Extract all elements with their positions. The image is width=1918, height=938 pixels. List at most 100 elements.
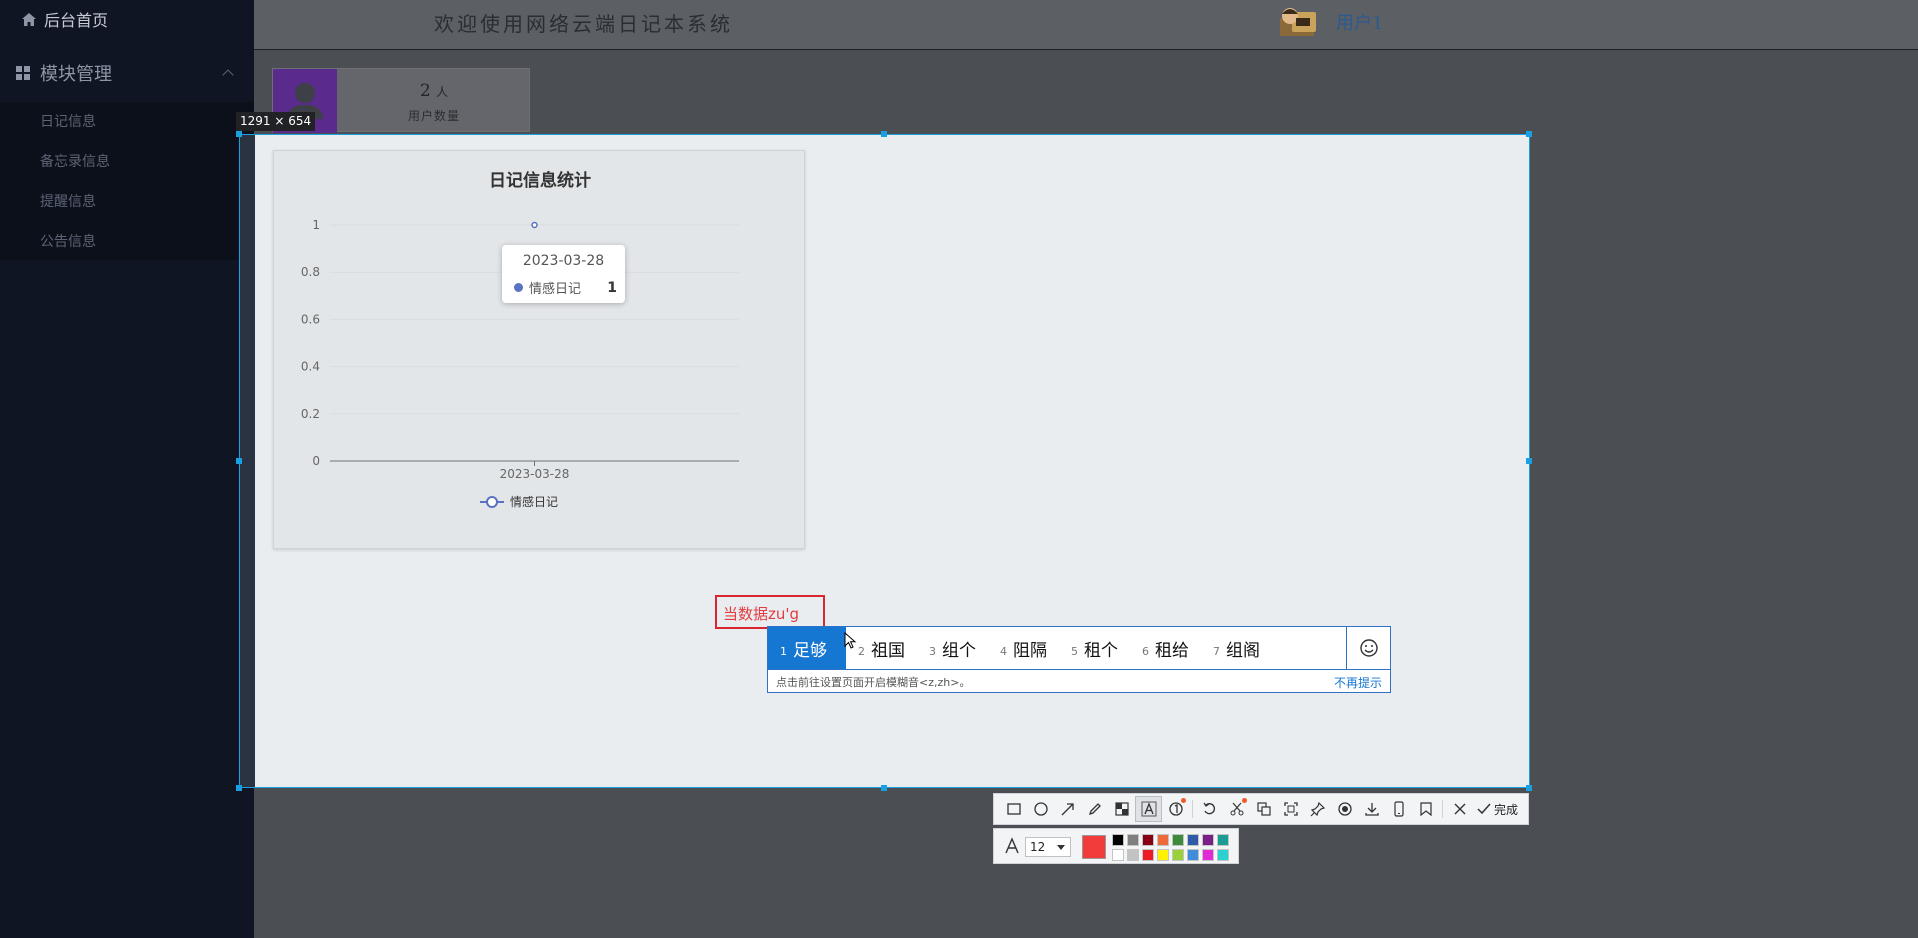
- sidebar-item-memo[interactable]: 备忘录信息: [0, 142, 254, 182]
- ime-candidate[interactable]: 5 租个: [1059, 627, 1130, 669]
- sidebar-item-reminder[interactable]: 提醒信息: [0, 182, 254, 222]
- text-annotation[interactable]: 当数据zu'g: [715, 595, 825, 629]
- font-size-value: 12: [1030, 840, 1046, 854]
- pin-icon: [1310, 801, 1325, 817]
- y-tick-label: 0.4: [301, 360, 320, 374]
- sidebar-module-group[interactable]: 模块管理: [0, 54, 254, 92]
- sidebar-home-label: 后台首页: [44, 11, 109, 30]
- y-tick-label: 1: [312, 218, 320, 232]
- y-tick-label: 0.8: [301, 265, 320, 279]
- cut-button[interactable]: [1223, 796, 1250, 822]
- resize-handle-tr[interactable]: [1526, 131, 1532, 137]
- resize-handle-bl[interactable]: [236, 785, 242, 791]
- color-swatch[interactable]: [1112, 849, 1124, 861]
- color-swatch[interactable]: [1172, 849, 1184, 861]
- resize-handle-r[interactable]: [1526, 458, 1532, 464]
- ime-dismiss-link[interactable]: 不再提示: [1334, 674, 1382, 691]
- record-button[interactable]: [1331, 796, 1358, 822]
- ime-candidate[interactable]: 1 足够: [768, 627, 846, 669]
- color-swatch[interactable]: [1157, 849, 1169, 861]
- circle-icon: [1033, 802, 1048, 816]
- legend-label: 情感日记: [510, 494, 558, 509]
- color-swatch[interactable]: [1157, 834, 1169, 846]
- resize-handle-tl[interactable]: [236, 131, 242, 137]
- resize-handle-l[interactable]: [236, 458, 242, 464]
- home-icon: [22, 12, 36, 26]
- ellipse-tool[interactable]: [1027, 796, 1054, 822]
- legend-marker: [486, 496, 498, 508]
- undo-icon: [1202, 802, 1215, 815]
- tooltip-date: 2023-03-28: [522, 253, 605, 269]
- stat-label: 用户数量: [407, 109, 460, 123]
- scissors-icon: [1230, 802, 1243, 816]
- color-palette: [1112, 834, 1229, 861]
- diary-chart-card: 日记信息统计 0 0.2 0.4 0.6 0.8 1 2023-03-28 情感日记 2023-…: [273, 150, 805, 549]
- sidebar-submenu: 日记信息 备忘录信息 提醒信息 公告信息: [0, 102, 254, 260]
- number-icon: [1168, 802, 1183, 816]
- color-swatch[interactable]: [1112, 834, 1124, 846]
- font-size-select[interactable]: 12: [1025, 837, 1071, 857]
- pin-button[interactable]: [1304, 796, 1331, 822]
- color-swatch[interactable]: [1142, 834, 1154, 846]
- done-button[interactable]: 完成: [1477, 801, 1518, 818]
- mosaic-tool[interactable]: [1108, 796, 1135, 822]
- color-swatch[interactable]: [1127, 849, 1139, 861]
- y-tick-label: 0.6: [301, 312, 320, 326]
- color-swatch[interactable]: [1187, 849, 1199, 861]
- scroll-capture-button[interactable]: [1277, 796, 1304, 822]
- phone-button[interactable]: [1385, 796, 1412, 822]
- sidebar: 后台首页 模块管理 日记信息 备忘录信息 提醒信息 公告信息: [0, 0, 254, 938]
- sidebar-item-diary[interactable]: 日记信息: [0, 102, 254, 142]
- mosaic-icon: [1114, 802, 1129, 816]
- tooltip-series: 情感日记: [529, 282, 582, 297]
- color-swatch[interactable]: [1187, 834, 1199, 846]
- ime-candidate[interactable]: 4 阻隔: [988, 627, 1059, 669]
- arrow-tool[interactable]: [1054, 796, 1081, 822]
- text-properties-bar: 12: [993, 828, 1239, 864]
- resize-handle-br[interactable]: [1526, 785, 1532, 791]
- color-swatch[interactable]: [1142, 849, 1154, 861]
- chevron-up-icon: [222, 69, 234, 81]
- emoji-icon[interactable]: [1346, 627, 1390, 669]
- text-tool[interactable]: [1135, 796, 1162, 822]
- selection-size-label: 1291 × 654: [236, 112, 316, 131]
- color-swatch[interactable]: [1202, 834, 1214, 846]
- pencil-icon: [1088, 803, 1101, 816]
- done-label: 完成: [1494, 802, 1519, 817]
- rectangle-icon: [1006, 803, 1021, 815]
- ime-candidate[interactable]: 7 组阁: [1201, 627, 1272, 669]
- rectangle-tool[interactable]: [1000, 796, 1027, 822]
- selection-sidebar-strip: [240, 135, 255, 787]
- check-icon: [1477, 803, 1491, 815]
- avatar[interactable]: [1278, 4, 1318, 40]
- ime-hint-text[interactable]: 点击前往设置页面开启模糊音<z,zh>。: [776, 674, 970, 690]
- number-tool[interactable]: [1162, 796, 1189, 822]
- y-tick-label: 0.2: [301, 407, 320, 421]
- resize-handle-t[interactable]: [881, 131, 887, 137]
- save-button[interactable]: [1358, 796, 1385, 822]
- screenshot-toolbar: 完成: [993, 793, 1529, 825]
- chevron-down-icon: [1057, 845, 1065, 850]
- resize-handle-b[interactable]: [881, 785, 887, 791]
- header: 欢迎使用网络云端日记本系统 用户1: [254, 0, 1918, 50]
- copy-button[interactable]: [1250, 796, 1277, 822]
- ime-candidate[interactable]: 3 组个: [917, 627, 988, 669]
- user-name[interactable]: 用户1: [1336, 9, 1383, 35]
- color-swatch[interactable]: [1217, 849, 1229, 861]
- color-swatch[interactable]: [1172, 834, 1184, 846]
- font-icon: [1005, 837, 1019, 854]
- copy-icon: [1256, 802, 1271, 816]
- current-color-swatch[interactable]: [1082, 835, 1106, 859]
- sidebar-home[interactable]: 后台首页: [22, 8, 108, 30]
- sidebar-item-notice[interactable]: 公告信息: [0, 222, 254, 262]
- tooltip-value: 1: [607, 279, 617, 296]
- stat-unit: 人: [436, 85, 449, 99]
- bookmark-button[interactable]: [1412, 796, 1439, 822]
- pen-tool[interactable]: [1081, 796, 1108, 822]
- undo-button[interactable]: [1196, 796, 1223, 822]
- ime-candidate[interactable]: 6 租给: [1130, 627, 1201, 669]
- color-swatch[interactable]: [1127, 834, 1139, 846]
- color-swatch[interactable]: [1217, 834, 1229, 846]
- color-swatch[interactable]: [1202, 849, 1214, 861]
- close-button[interactable]: [1446, 796, 1473, 822]
